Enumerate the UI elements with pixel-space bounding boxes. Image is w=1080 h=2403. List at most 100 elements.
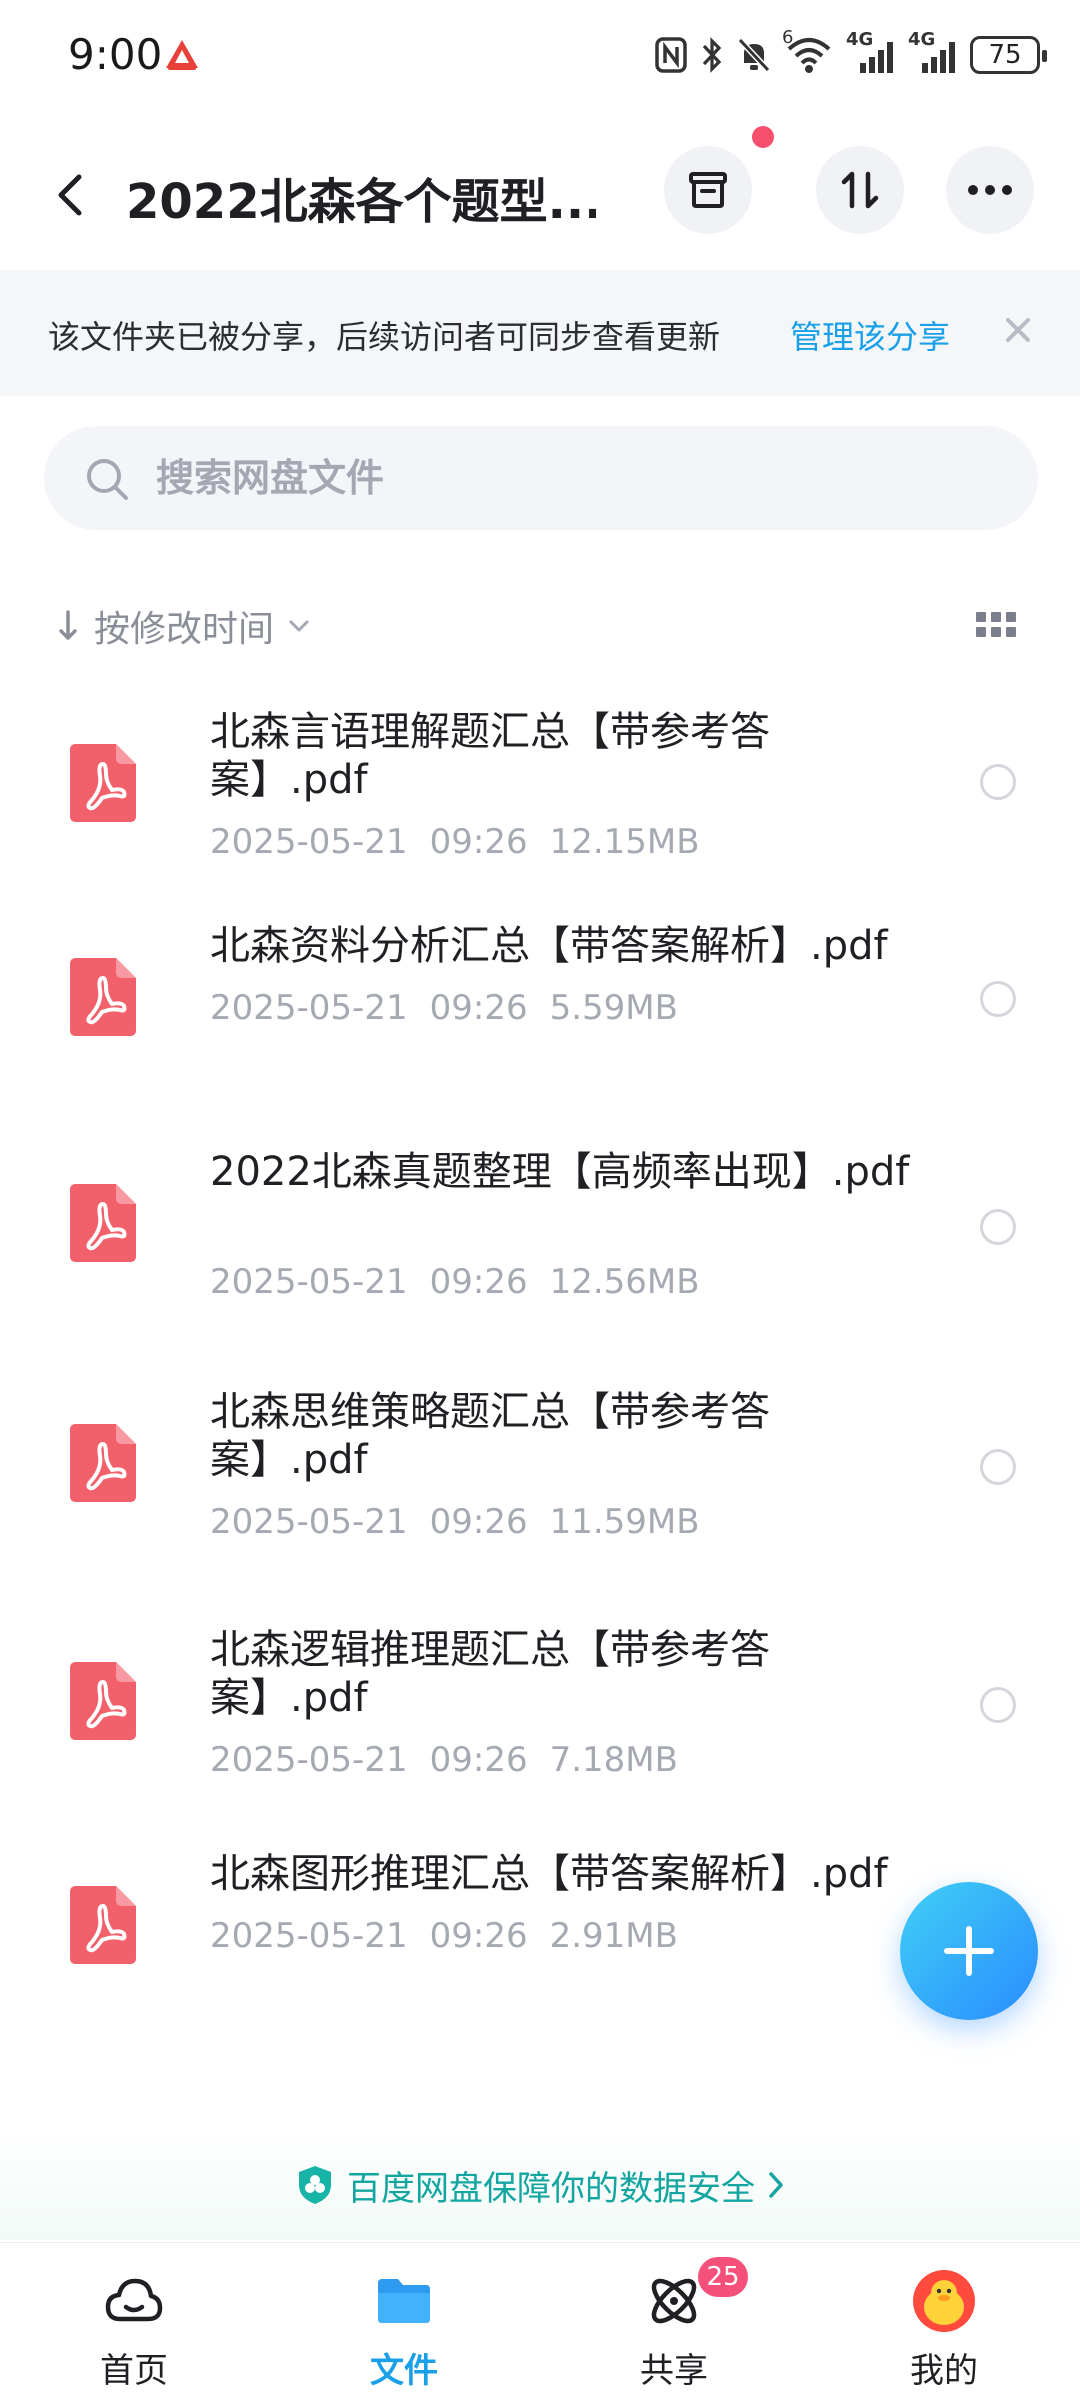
nav-files[interactable]: 文件 (304, 2243, 504, 2403)
header: 2022北森各个题型... (0, 126, 1080, 250)
file-name: 2022北森真题整理【高频率出现】.pdf (210, 1149, 910, 1195)
add-button[interactable] (900, 1882, 1038, 2020)
more-button[interactable] (946, 146, 1034, 234)
file-name: 北森思维策略题汇总【带参考答案】.pdf (210, 1389, 770, 1483)
file-name: 北森资料分析汇总【带答案解析】.pdf (210, 923, 888, 969)
nfc-icon (655, 37, 687, 73)
security-shield-icon (299, 2166, 331, 2204)
file-select-radio[interactable] (980, 1449, 1016, 1485)
nav-mine[interactable]: 我的 (844, 2243, 1044, 2403)
file-date: 2025-05-21 (210, 1916, 408, 1956)
sort-control[interactable]: 按修改时间 (56, 596, 310, 656)
signal-icon-2: 4G (908, 29, 958, 75)
file-name: 北森言语理解题汇总【带参考答案】.pdf (210, 709, 770, 803)
file-select-radio[interactable] (980, 1209, 1016, 1245)
status-icons: 6 4G 4G 75 (654, 27, 1047, 78)
nav-share[interactable]: 25 共享 (574, 2243, 774, 2403)
transfer-sort-button[interactable] (816, 146, 904, 234)
security-text: 百度网盘保障你的数据安全 (347, 2168, 755, 2209)
share-banner-text: 该文件夹已被分享，后续访问者可同步查看更新 (48, 318, 721, 356)
file-date: 2025-05-21 (210, 1740, 408, 1780)
status-bar: 9:00 6 4G 4G 75 (0, 0, 1080, 110)
network-type-1: 4G (846, 29, 874, 50)
file-date: 2025-05-21 (210, 988, 408, 1028)
manage-share-link[interactable]: 管理该分享 (790, 312, 950, 358)
nav-mine-label: 我的 (910, 2351, 978, 2391)
search-icon (87, 459, 128, 500)
signal-icon-1: 4G (846, 29, 896, 75)
grid-view-toggle[interactable] (976, 612, 1016, 640)
sort-label: 按修改时间 (94, 609, 275, 650)
pdf-file-icon (70, 1662, 136, 1740)
home-cloud-icon (105, 2278, 163, 2322)
mute-bell-icon (737, 37, 771, 73)
file-time: 09:26 (429, 988, 528, 1028)
security-notice[interactable]: 百度网盘保障你的数据安全 (0, 2130, 1080, 2240)
file-size: 5.59MB (549, 988, 678, 1028)
file-row[interactable]: 北森逻辑推理题汇总【带参考答案】.pdf 2025-05-21 09:26 7.18M… (0, 1608, 1080, 1808)
file-meta: 2025-05-21 09:26 12.15MB (210, 822, 700, 862)
file-row[interactable]: 北森言语理解题汇总【带参考答案】.pdf 2025-05-21 09:26 12.15… (0, 690, 1080, 890)
file-select-radio[interactable] (980, 981, 1016, 1017)
grid-view-icon (976, 612, 986, 622)
nav-share-label: 共享 (640, 2351, 708, 2391)
file-time: 09:26 (429, 822, 528, 862)
app-notification-icon (166, 40, 198, 70)
file-size: 12.56MB (549, 1262, 700, 1302)
network-type-2: 4G (908, 29, 936, 50)
file-time: 09:26 (429, 1740, 528, 1780)
plus-icon (944, 1926, 994, 1976)
page: 9:00 6 4G 4G 75 2022北森各个题型... 该文件夹已被分享，后… (0, 0, 1080, 2403)
bottom-nav: 首页 文件 25 共享 我的 (0, 2242, 1080, 2403)
file-date: 2025-05-21 (210, 822, 408, 862)
close-icon (1006, 318, 1030, 342)
sort-arrow-down-icon (59, 610, 77, 640)
file-row[interactable]: 2022北森真题整理【高频率出现】.pdf 2025-05-21 09:26 12.5… (0, 1130, 1080, 1330)
file-time: 09:26 (429, 1262, 528, 1302)
share-banner: 该文件夹已被分享，后续访问者可同步查看更新 管理该分享 (0, 270, 1080, 396)
wifi-generation-label: 6 (782, 27, 794, 48)
close-banner-button[interactable] (996, 308, 1040, 352)
pdf-file-icon (70, 1886, 136, 1964)
search-bar[interactable] (44, 426, 1038, 530)
more-icon (968, 185, 1012, 195)
file-size: 2.91MB (549, 1916, 678, 1956)
back-button[interactable] (40, 165, 100, 225)
pdf-file-icon (70, 1424, 136, 1502)
file-row[interactable]: 北森思维策略题汇总【带参考答案】.pdf 2025-05-21 09:26 11.59… (0, 1370, 1080, 1570)
search-input[interactable] (156, 450, 976, 506)
battery-indicator: 75 (970, 36, 1047, 74)
nav-home[interactable]: 首页 (34, 2243, 234, 2403)
file-size: 7.18MB (549, 1740, 678, 1780)
sort-transfer-icon (841, 171, 879, 209)
nav-files-label: 文件 (370, 2351, 438, 2391)
avatar-duck-icon (913, 2270, 975, 2332)
file-meta: 2025-05-21 09:26 7.18MB (210, 1740, 678, 1780)
file-date: 2025-05-21 (210, 1502, 408, 1542)
folder-icon (378, 2279, 430, 2323)
wifi-icon: 6 (782, 27, 834, 75)
file-size: 11.59MB (549, 1502, 700, 1542)
nav-home-label: 首页 (100, 2351, 168, 2391)
battery-level: 75 (988, 40, 1022, 70)
file-select-radio[interactable] (980, 764, 1016, 800)
share-badge: 25 (698, 2257, 748, 2297)
file-time: 09:26 (429, 1502, 528, 1542)
file-select-radio[interactable] (980, 1687, 1016, 1723)
file-meta: 2025-05-21 09:26 2.91MB (210, 1916, 678, 1956)
file-meta: 2025-05-21 09:26 5.59MB (210, 988, 678, 1028)
file-name: 北森图形推理汇总【带答案解析】.pdf (210, 1851, 888, 1897)
pdf-file-icon (70, 958, 136, 1036)
chevron-right-icon (769, 2172, 783, 2198)
page-title: 2022北森各个题型... (126, 174, 596, 230)
file-meta: 2025-05-21 09:26 12.56MB (210, 1262, 700, 1302)
file-name: 北森逻辑推理题汇总【带参考答案】.pdf (210, 1627, 770, 1721)
pdf-file-icon (70, 744, 136, 822)
notification-dot (752, 126, 774, 148)
archive-button[interactable] (664, 146, 752, 234)
file-size: 12.15MB (549, 822, 700, 862)
bluetooth-icon (702, 37, 722, 73)
back-chevron-icon (58, 174, 82, 216)
pdf-file-icon (70, 1184, 136, 1262)
file-row[interactable]: 北森资料分析汇总【带答案解析】.pdf 2025-05-21 09:26 5.59MB (0, 923, 1080, 1130)
